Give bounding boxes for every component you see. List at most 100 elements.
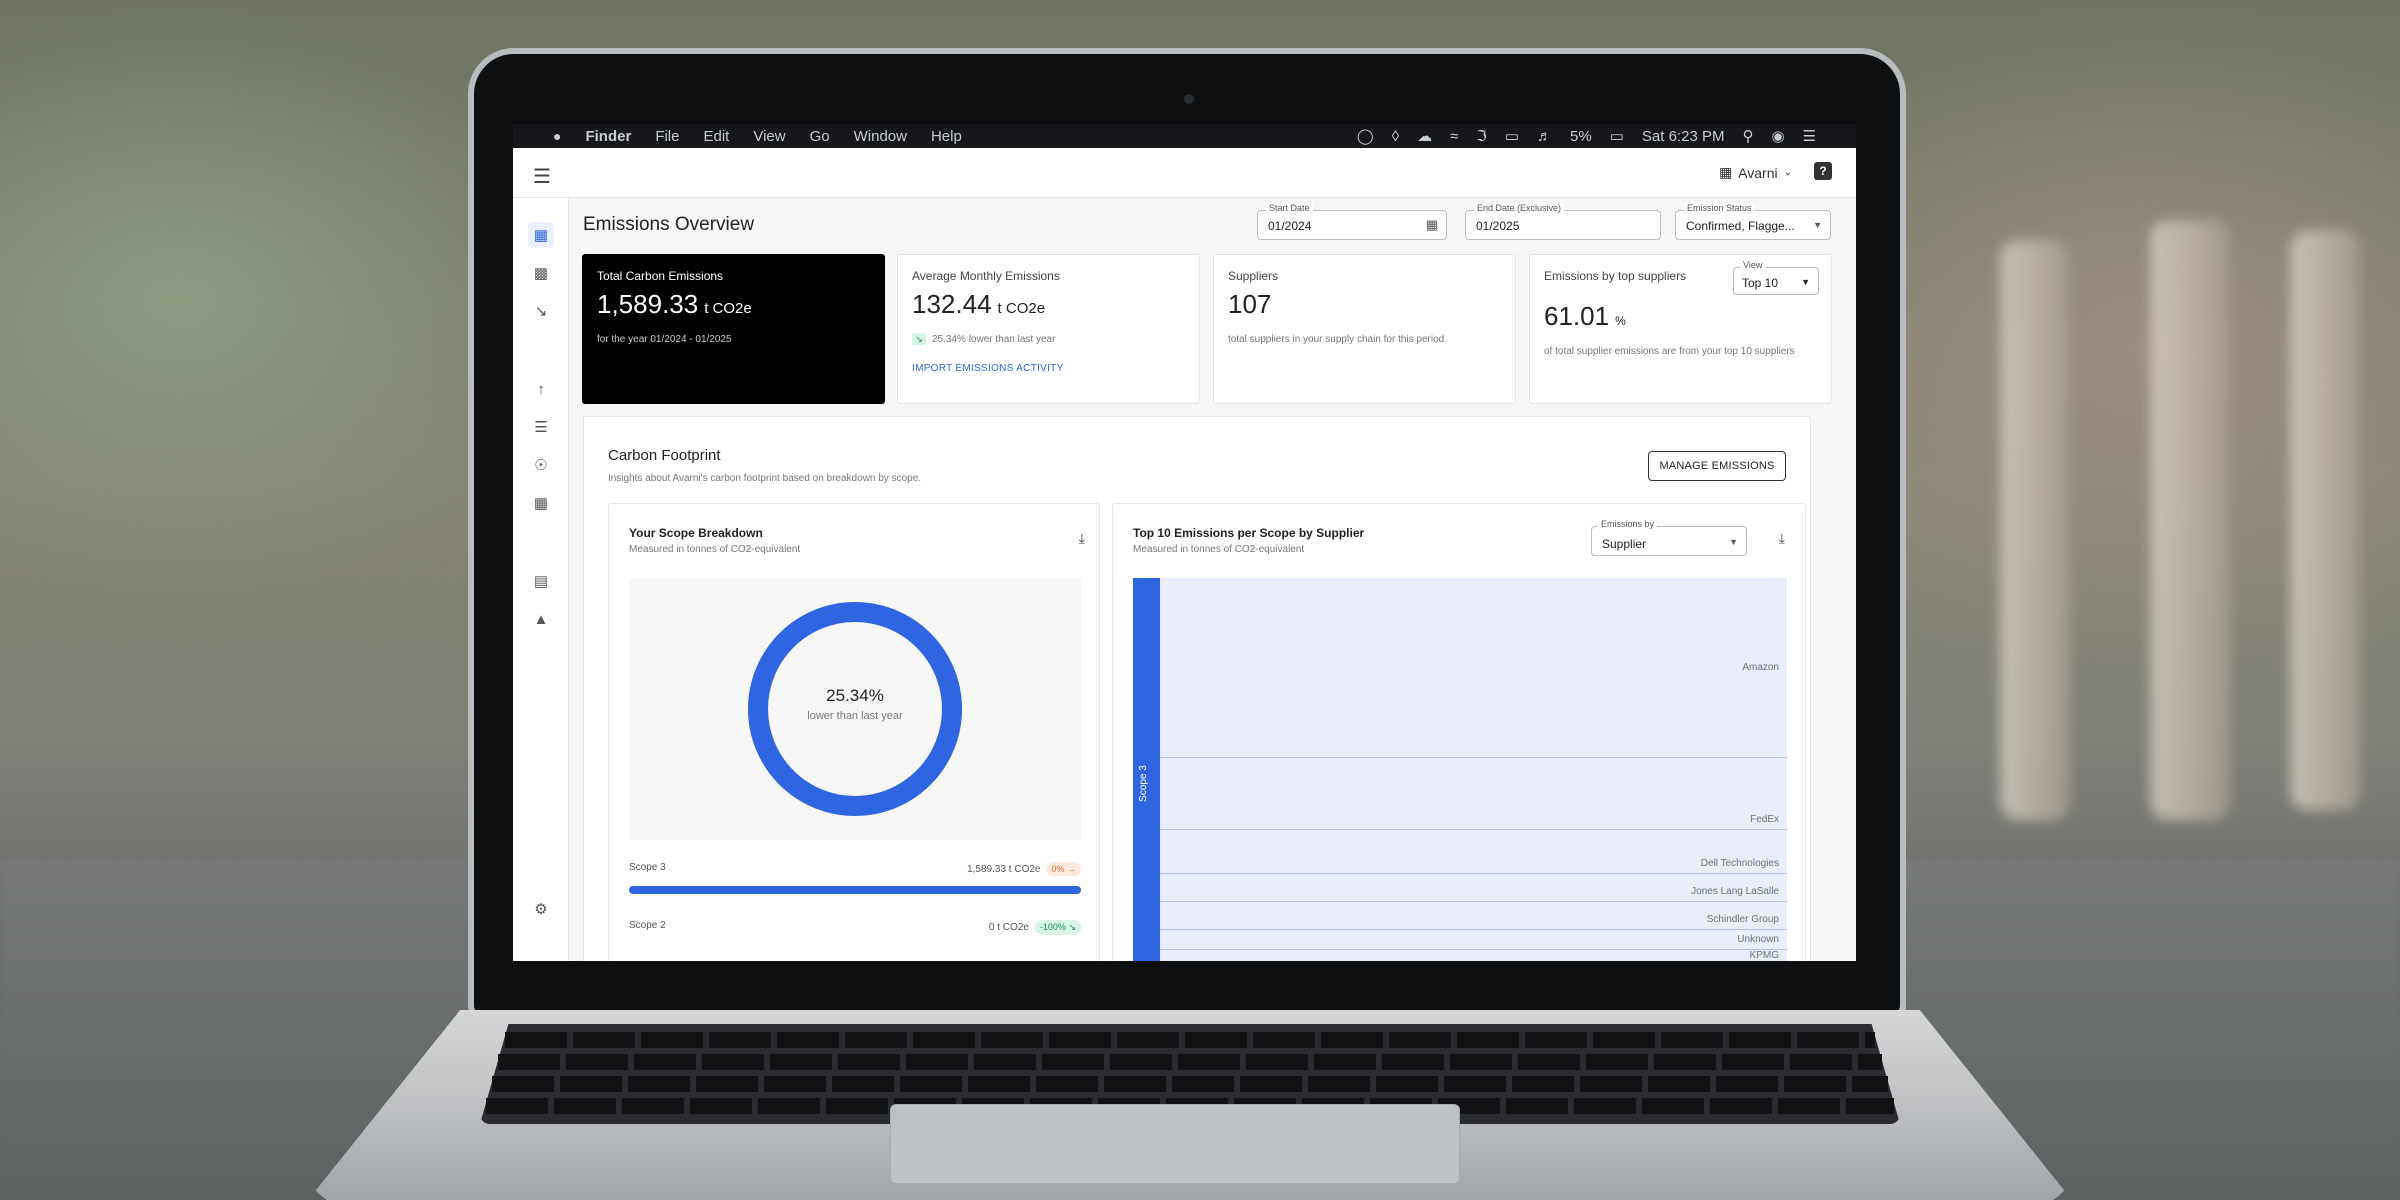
treemap-cell[interactable]: Dell Technologies: [1160, 830, 1787, 874]
menu-file[interactable]: File: [655, 128, 679, 145]
camera: [1184, 94, 1194, 104]
upload-icon[interactable]: ↑: [528, 376, 554, 402]
scope-change-badge: 0% →: [1046, 862, 1081, 876]
end-date-value: 01/2025: [1476, 219, 1520, 233]
donut-area: 25.34% lower than last year: [629, 578, 1081, 840]
start-date-field[interactable]: Start Date 01/2024 ▦: [1257, 203, 1447, 240]
total-emissions-title: Total Carbon Emissions: [597, 269, 724, 283]
footprint-subtitle: Insights about Avarni's carbon footprint…: [608, 473, 922, 484]
dashboard-icon[interactable]: ▦: [528, 222, 554, 248]
treemap-cell-label: FedEx: [1750, 814, 1779, 825]
treemap-cell-label: Unknown: [1737, 934, 1779, 945]
dropbox-icon[interactable]: ◊: [1392, 128, 1399, 145]
top-suppliers-value: 61.01: [1544, 301, 1610, 331]
end-date-field[interactable]: End Date (Exclusive) 01/2025: [1465, 203, 1661, 240]
treemap-cell[interactable]: FedEx: [1160, 758, 1787, 830]
supplier-panel-title: Top 10 Emissions per Scope by Supplier: [1133, 526, 1365, 540]
menu-view[interactable]: View: [753, 128, 785, 145]
mac-menubar: ● Finder File Edit View Go Window Help ◯…: [513, 124, 1856, 148]
caret-down-icon: ▼: [1801, 277, 1810, 287]
treemap-cell[interactable]: Jones Lang LaSalle: [1160, 874, 1787, 902]
table-icon[interactable]: ▦: [528, 490, 554, 516]
download-icon[interactable]: ⤓: [1079, 530, 1085, 547]
gear-icon[interactable]: ⚙: [528, 896, 554, 922]
status-circle-icon[interactable]: ◯: [1357, 127, 1374, 145]
volume-icon[interactable]: ♬: [1537, 128, 1552, 145]
list-icon[interactable]: ☰: [528, 414, 554, 440]
treemap-cell[interactable]: Amazon: [1160, 578, 1787, 758]
target-icon[interactable]: ☉: [528, 452, 554, 478]
emission-status-select[interactable]: Emission Status Confirmed, Flagge... ▼: [1675, 203, 1831, 240]
emissions-by-select[interactable]: Emissions by Supplier ▼: [1591, 519, 1747, 556]
import-emissions-link[interactable]: IMPORT EMISSIONS ACTIVITY: [912, 363, 1185, 374]
emissions-by-label: Emissions by: [1598, 519, 1658, 529]
calendar-icon[interactable]: ▦: [1426, 217, 1438, 233]
donut-caption: lower than last year: [807, 710, 903, 722]
spotlight-icon[interactable]: ⚲: [1742, 127, 1753, 145]
top-suppliers-card: Emissions by top suppliers 61.01% of tot…: [1529, 254, 1832, 404]
analytics-icon[interactable]: ▩: [528, 260, 554, 286]
scope-value: 1,589.33 t CO2e: [967, 863, 1041, 875]
footprint-title: Carbon Footprint: [608, 447, 721, 464]
view-select[interactable]: View Top 10 ▼: [1733, 260, 1819, 295]
treemap-cell[interactable]: Unknown: [1160, 930, 1787, 950]
page-title: Emissions Overview: [583, 214, 755, 235]
cloud-icon[interactable]: ☁: [1417, 127, 1432, 145]
total-emissions-value: 1,589.33: [597, 289, 699, 319]
help-icon[interactable]: ?: [1814, 162, 1832, 180]
flask-icon[interactable]: ▲: [528, 606, 554, 632]
supplier-treemap: Scope 3 Amazon FedEx Dell Technologies Jone…: [1133, 578, 1787, 961]
battery-icon[interactable]: ▭: [1610, 127, 1624, 145]
emissions-by-value: Supplier: [1602, 537, 1647, 551]
suppliers-card: Suppliers 107 total suppliers in your su…: [1213, 254, 1516, 404]
emission-status-value: Confirmed, Flagge...: [1686, 219, 1795, 233]
bluetooth-icon[interactable]: ℑ: [1476, 127, 1486, 145]
top-suppliers-note: of total supplier emissions are from you…: [1544, 346, 1795, 357]
menu-finder[interactable]: Finder: [585, 128, 631, 145]
org-switcher[interactable]: ▦ Avarni ⌄: [1719, 164, 1792, 181]
download-icon[interactable]: ⤓: [1779, 530, 1785, 547]
airplay-icon[interactable]: ▭: [1505, 127, 1519, 145]
treemap-cell-label: Schindler Group: [1706, 914, 1779, 925]
trend-down-icon: ↘: [912, 333, 926, 345]
battery-percent[interactable]: 5%: [1570, 128, 1592, 145]
clipboard-icon[interactable]: ▤: [528, 568, 554, 594]
scope-bar: [629, 886, 1081, 894]
carbon-footprint-section: Carbon Footprint Insights about Avarni's…: [583, 416, 1811, 961]
user-icon[interactable]: ◉: [1771, 127, 1784, 145]
view-select-value: Top 10: [1742, 276, 1779, 290]
treemap-cell-label: Jones Lang LaSalle: [1691, 886, 1779, 897]
suppliers-value: 107: [1228, 289, 1272, 319]
hamburger-icon[interactable]: ☰: [533, 164, 551, 189]
key-row: [505, 1032, 1875, 1048]
building-icon: ▦: [1718, 164, 1733, 180]
notification-center-icon[interactable]: ☰: [1803, 127, 1816, 145]
background-post: [2150, 220, 2230, 820]
top-suppliers-unit: %: [1615, 314, 1626, 328]
key-row: [492, 1076, 1888, 1092]
trackpad: [890, 1104, 1460, 1184]
apple-menu-icon[interactable]: ●: [553, 128, 561, 144]
sidebar: ▦ ▩ ↘ ↑ ☰ ☉ ▦ ▤ ▲ ⚙: [513, 198, 569, 961]
background-post: [2000, 240, 2070, 820]
monthly-emissions-unit: t CO2e: [997, 300, 1046, 317]
monthly-emissions-card: Average Monthly Emissions 132.44 t CO2e ↘…: [897, 254, 1200, 404]
treemap-cell[interactable]: KPMG: [1160, 950, 1787, 961]
clock[interactable]: Sat 6:23 PM: [1642, 128, 1725, 145]
total-emissions-card: Total Carbon Emissions 1,589.33 t CO2e fo…: [582, 254, 885, 404]
total-emissions-note: for the year 01/2024 - 01/2025: [597, 334, 732, 345]
menu-window[interactable]: Window: [854, 128, 907, 145]
wifi-icon[interactable]: ≈: [1450, 128, 1458, 145]
trend-icon[interactable]: ↘: [528, 298, 554, 324]
view-select-label: View: [1740, 260, 1766, 270]
supplier-emissions-panel: Top 10 Emissions per Scope by Supplier M…: [1112, 503, 1806, 961]
treemap-cell[interactable]: Schindler Group: [1160, 902, 1787, 930]
background-post: [2290, 230, 2360, 810]
monthly-trend-text: 25.34% lower than last year: [932, 334, 1056, 345]
start-date-label: Start Date: [1266, 203, 1313, 213]
scope-name: Scope 2: [629, 920, 666, 931]
manage-emissions-button[interactable]: MANAGE EMISSIONS: [1648, 451, 1786, 481]
menu-edit[interactable]: Edit: [703, 128, 729, 145]
menu-help[interactable]: Help: [931, 128, 962, 145]
menu-go[interactable]: Go: [810, 128, 830, 145]
